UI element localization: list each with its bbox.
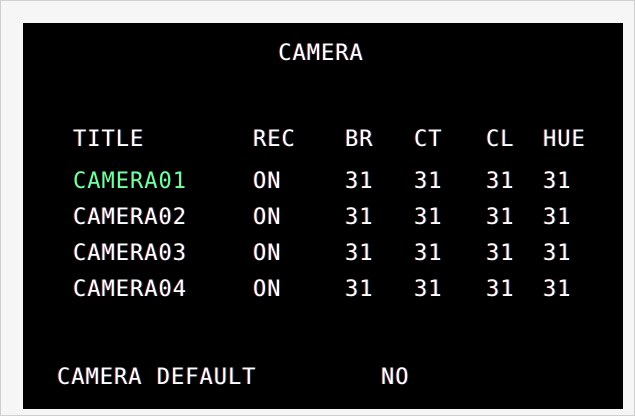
header-rec: REC bbox=[253, 127, 296, 152]
camera-default-label: CAMERA DEFAULT bbox=[57, 365, 257, 390]
camera04-ct-value[interactable]: 31 bbox=[414, 277, 443, 302]
header-br: BR bbox=[345, 127, 374, 152]
camera01-rec-value[interactable]: ON bbox=[253, 169, 282, 194]
camera02-title[interactable]: CAMERA02 bbox=[73, 205, 187, 230]
camera04-cl-value[interactable]: 31 bbox=[486, 277, 515, 302]
camera01-ct-value[interactable]: 31 bbox=[414, 169, 443, 194]
camera03-br-value[interactable]: 31 bbox=[345, 241, 374, 266]
camera04-hue-value[interactable]: 31 bbox=[543, 277, 572, 302]
camera02-cl-value[interactable]: 31 bbox=[486, 205, 515, 230]
header-hue: HUE bbox=[543, 127, 586, 152]
camera03-cl-value[interactable]: 31 bbox=[486, 241, 515, 266]
outer-frame: CAMERA TITLE REC BR CT CL HUE CAMERA01 O… bbox=[0, 0, 635, 416]
camera04-br-value[interactable]: 31 bbox=[345, 277, 374, 302]
camera03-rec-value[interactable]: ON bbox=[253, 241, 282, 266]
header-ct: CT bbox=[414, 127, 443, 152]
camera02-hue-value[interactable]: 31 bbox=[543, 205, 572, 230]
camera02-ct-value[interactable]: 31 bbox=[414, 205, 443, 230]
header-title: TITLE bbox=[73, 127, 145, 152]
camera02-br-value[interactable]: 31 bbox=[345, 205, 374, 230]
camera03-title[interactable]: CAMERA03 bbox=[73, 241, 187, 266]
camera03-ct-value[interactable]: 31 bbox=[414, 241, 443, 266]
camera03-hue-value[interactable]: 31 bbox=[543, 241, 572, 266]
menu-title: CAMERA bbox=[278, 41, 364, 66]
camera04-rec-value[interactable]: ON bbox=[253, 277, 282, 302]
camera-menu-screen: CAMERA TITLE REC BR CT CL HUE CAMERA01 O… bbox=[23, 23, 623, 409]
camera04-title[interactable]: CAMERA04 bbox=[73, 277, 187, 302]
camera02-rec-value[interactable]: ON bbox=[253, 205, 282, 230]
camera01-hue-value[interactable]: 31 bbox=[543, 169, 572, 194]
camera01-cl-value[interactable]: 31 bbox=[486, 169, 515, 194]
camera-default-value[interactable]: NO bbox=[381, 365, 410, 390]
header-cl: CL bbox=[486, 127, 515, 152]
camera01-br-value[interactable]: 31 bbox=[345, 169, 374, 194]
camera01-title[interactable]: CAMERA01 bbox=[73, 169, 187, 194]
